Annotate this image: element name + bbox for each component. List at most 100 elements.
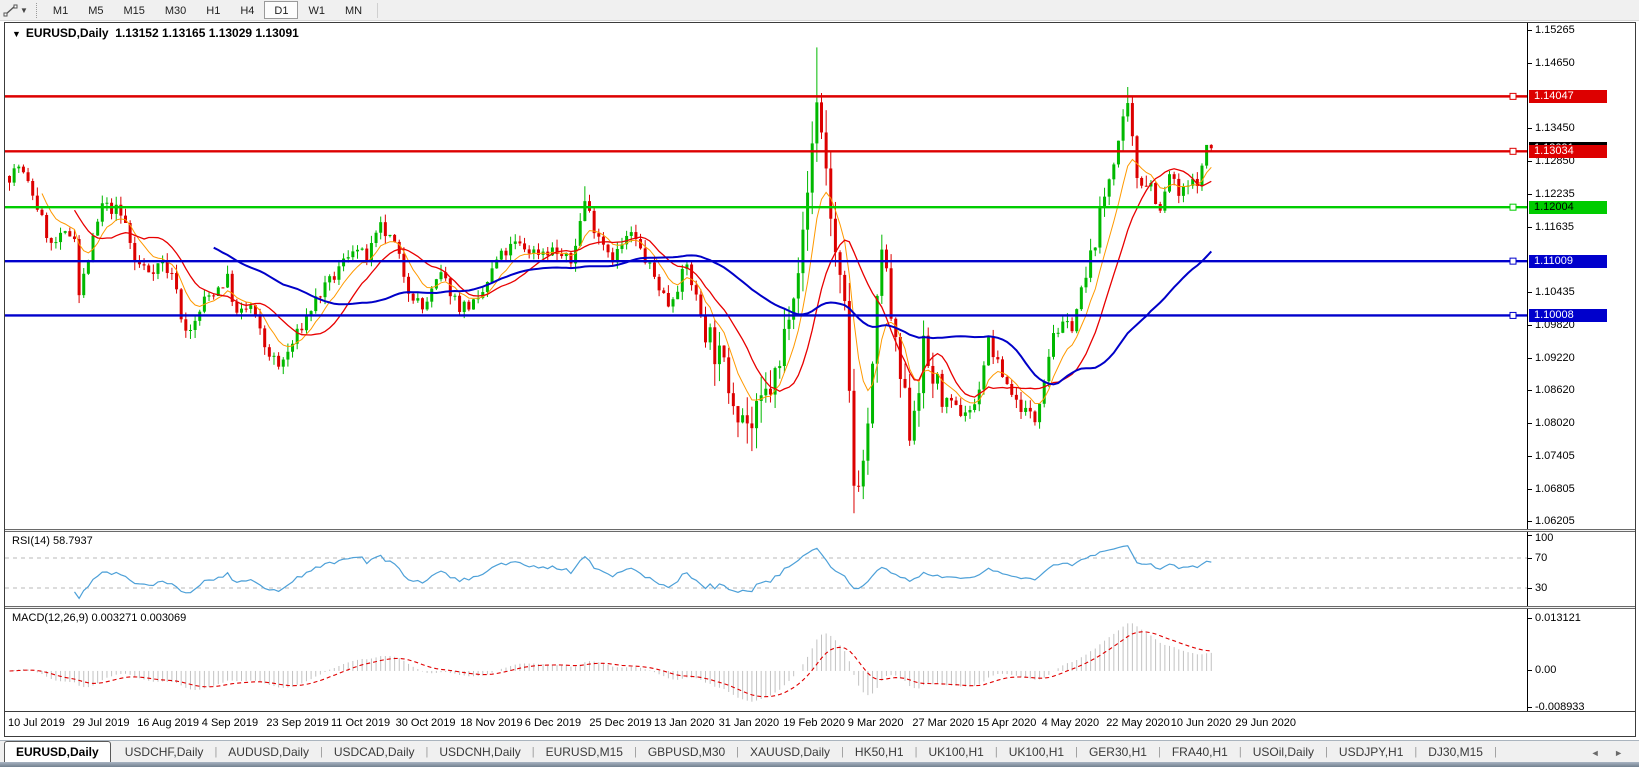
level-price-badge: 1.14047 — [1529, 89, 1607, 103]
timeframe-button-w1[interactable]: W1 — [298, 1, 335, 19]
tab-dj30-m15[interactable]: DJ30,M15 — [1417, 742, 1494, 762]
tab-usdcad-daily[interactable]: USDCAD,Daily — [323, 742, 426, 762]
date-axis-label: 18 Nov 2019 — [460, 717, 523, 729]
tab-hk50-h1[interactable]: HK50,H1 — [844, 742, 915, 762]
timeframe-button-mn[interactable]: MN — [335, 1, 372, 19]
level-line-handle[interactable] — [1509, 92, 1517, 100]
date-axis-label: 29 Jul 2019 — [72, 717, 130, 729]
date-axis-label: 10 Jul 2019 — [8, 717, 65, 729]
level-line-handle[interactable] — [1509, 311, 1517, 319]
chart-window: ▼ EURUSD,Daily 1.13152 1.13165 1.13029 1.… — [4, 22, 1636, 737]
tab-fra40-h1[interactable]: FRA40,H1 — [1161, 742, 1239, 762]
price-axis-tick: 1.15265 — [1535, 23, 1575, 36]
timeframe-button-m30[interactable]: M30 — [155, 1, 196, 19]
tab-usdcnh-daily[interactable]: USDCNH,Daily — [428, 742, 531, 762]
price-axis-tick: 1.08620 — [1535, 384, 1575, 397]
price-axis-tick: 1.07405 — [1535, 450, 1575, 463]
price-axis-tick-mark — [1528, 128, 1532, 130]
rsi-axis-tick: 30 — [1535, 581, 1548, 594]
macd-axis-line — [1527, 609, 1528, 711]
tab-uk100-h1[interactable]: UK100,H1 — [917, 742, 994, 762]
price-axis-tick-mark — [1528, 422, 1532, 424]
rsi-label: RSI(14) 58.7937 — [12, 535, 93, 547]
chevron-down-icon: ▼ — [20, 5, 28, 15]
price-axis-tick-mark — [1528, 226, 1532, 228]
tab-audusd-daily[interactable]: AUDUSD,Daily — [217, 742, 320, 762]
chart-menu-icon[interactable]: ▼ — [12, 29, 21, 39]
timeframe-button-d1[interactable]: D1 — [264, 1, 299, 19]
chart-tab-bar: EURUSD,Daily USDCHF,Daily | AUDUSD,Daily | U… — [0, 740, 1639, 762]
price-axis-tick: 1.12235 — [1535, 188, 1575, 201]
macd-axis-tick-mark — [1528, 706, 1532, 708]
tab-usdjpy-h1[interactable]: USDJPY,H1 — [1328, 742, 1414, 762]
rsi-axis-tick-mark — [1528, 535, 1532, 536]
macd-histogram — [13, 623, 1212, 702]
toolbar-separator — [377, 2, 379, 18]
date-axis-label: 9 Mar 2020 — [847, 717, 904, 729]
timeframe-button-m1[interactable]: M1 — [43, 1, 78, 19]
timeframe-button-group: M1 M5 M15 M30 H1 H4 D1 W1 MN — [43, 1, 372, 19]
macd-axis-tick: 0.013121 — [1535, 611, 1581, 624]
price-axis-tick: 1.14650 — [1535, 57, 1575, 70]
macd-signal-line — [9, 631, 1212, 698]
level-line-handle[interactable] — [1509, 203, 1517, 211]
tab-usoil-daily[interactable]: USOil,Daily — [1242, 742, 1325, 762]
timeframe-button-m5[interactable]: M5 — [78, 1, 113, 19]
date-axis-label: 23 Sep 2019 — [266, 717, 329, 729]
tab-xauusd-daily[interactable]: XAUUSD,Daily — [739, 742, 841, 762]
macd-axis-tick-mark — [1528, 670, 1532, 672]
top-toolbar: ▼ M1 M5 M15 M30 H1 H4 D1 W1 MN — [0, 0, 1639, 21]
date-axis-label: 25 Dec 2019 — [589, 717, 652, 729]
date-axis-label: 4 May 2020 — [1041, 717, 1100, 729]
macd-axis-tick: 0.00 — [1535, 664, 1557, 677]
date-axis-label: 6 Dec 2019 — [524, 717, 582, 729]
price-axis-line — [1527, 23, 1528, 529]
rsi-chart-svg — [5, 545, 1527, 600]
tab-eurusd-daily[interactable]: EURUSD,Daily — [4, 741, 111, 762]
price-axis-tick: 1.13450 — [1535, 122, 1575, 135]
main-chart-pane[interactable]: ▼ EURUSD,Daily 1.13152 1.13165 1.13029 1.… — [5, 23, 1635, 529]
tab-eurusd-m15[interactable]: EURUSD,M15 — [535, 742, 634, 762]
tab-uk100-h1[interactable]: UK100,H1 — [998, 742, 1075, 762]
date-axis-label: 11 Oct 2019 — [331, 717, 391, 729]
candlesticks — [8, 47, 1213, 514]
rsi-line — [74, 545, 1212, 600]
tab-scroll-arrows[interactable]: ◄ ► — [1591, 748, 1639, 762]
level-line-handle[interactable] — [1509, 257, 1517, 265]
candlestick-chart-svg — [5, 47, 1527, 514]
timeframe-button-h1[interactable]: H1 — [196, 1, 230, 19]
macd-pane[interactable]: MACD(12,26,9) 0.003271 0.003069 0.013121… — [5, 609, 1635, 711]
tab-gbpusd-m30[interactable]: GBPUSD,M30 — [637, 742, 736, 762]
ma-mid-line — [73, 168, 1212, 398]
price-axis-tick-mark — [1528, 357, 1532, 359]
level-price-badge: 1.12004 — [1529, 200, 1607, 214]
date-axis-label: 22 May 2020 — [1106, 717, 1170, 729]
tab-separator: | — [1493, 746, 1497, 758]
level-line-handle[interactable] — [1509, 147, 1517, 155]
rsi-axis-tick: 70 — [1535, 551, 1548, 564]
chart-ohlc-values: 1.13152 1.13165 1.13029 1.13091 — [115, 26, 299, 40]
chart-title: ▼ EURUSD,Daily 1.13152 1.13165 1.13029 1.… — [12, 26, 299, 40]
date-axis-label: 29 Jun 2020 — [1235, 717, 1296, 729]
chart-line-icon — [3, 4, 18, 16]
price-axis-tick-mark — [1528, 29, 1532, 31]
level-price-badge: 1.10008 — [1529, 308, 1607, 322]
price-axis-tick: 1.10435 — [1535, 285, 1575, 298]
price-axis-tick: 1.09220 — [1535, 351, 1575, 364]
price-axis-tick-mark — [1528, 456, 1532, 458]
macd-label: MACD(12,26,9) 0.003271 0.003069 — [12, 612, 187, 624]
rsi-pane[interactable]: RSI(14) 58.7937 100 70 30 — [5, 532, 1635, 606]
tab-ger30-h1[interactable]: GER30,H1 — [1078, 742, 1158, 762]
chart-tools-dropdown[interactable]: ▼ — [0, 0, 32, 20]
date-axis-label: 15 Apr 2020 — [977, 717, 1037, 729]
macd-chart-svg — [9, 623, 1212, 702]
macd-axis-tick: -0.008933 — [1535, 700, 1585, 712]
tab-usdchf-daily[interactable]: USDCHF,Daily — [114, 742, 215, 762]
timeframe-button-h4[interactable]: H4 — [230, 1, 264, 19]
date-axis-label: 4 Sep 2019 — [201, 717, 259, 729]
price-axis-tick: 1.11635 — [1535, 220, 1574, 233]
timeframe-button-m15[interactable]: M15 — [113, 1, 154, 19]
date-axis-label: 31 Jan 2020 — [718, 717, 780, 729]
price-axis-tick-mark — [1528, 390, 1532, 392]
date-axis-label: 27 Mar 2020 — [912, 717, 975, 729]
